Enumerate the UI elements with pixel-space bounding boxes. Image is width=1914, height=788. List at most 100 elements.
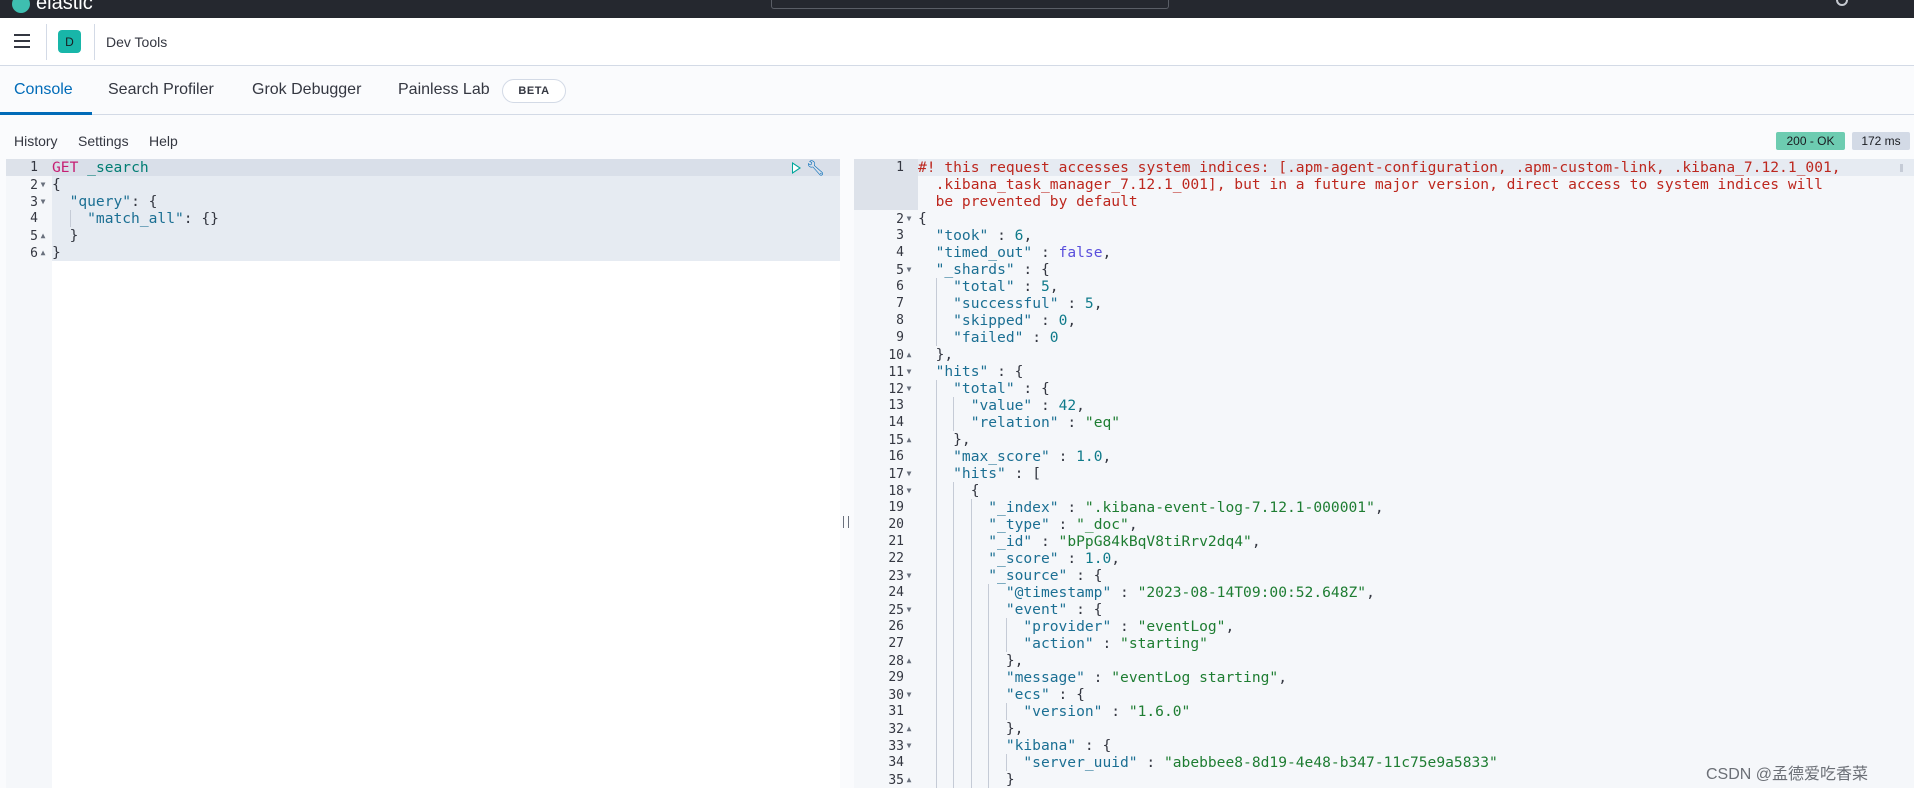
fold-close-icon[interactable]: ▲ <box>904 652 914 669</box>
fold-open-icon[interactable]: ▼ <box>38 176 48 193</box>
fold-open-icon[interactable]: ▼ <box>904 261 914 278</box>
fold-open-icon[interactable]: ▼ <box>904 601 914 618</box>
line-number-text: 21 <box>888 534 904 549</box>
code-token: , <box>1102 448 1112 465</box>
code-line: 9 "failed" : 0 <box>896 329 1914 346</box>
indent-guide <box>988 618 1006 635</box>
indent-guide <box>953 499 971 516</box>
code-token: "bPpG84kBqV8tiRrv2dq4" <box>1058 533 1252 550</box>
fold-open-icon[interactable]: ▼ <box>904 465 914 482</box>
help-link[interactable]: Help <box>149 133 178 149</box>
indent-guide <box>918 431 936 448</box>
code-line: 20 "_type" : "_doc", <box>888 516 1914 533</box>
indent-guide <box>918 635 936 652</box>
code-line: 5 ▼ "_shards" : { <box>896 261 1914 278</box>
indent-guide <box>988 754 1006 771</box>
tab-search-profiler[interactable]: Search Profiler <box>108 81 214 99</box>
indent-guide <box>988 601 1006 618</box>
fold-open-icon[interactable]: ▼ <box>904 210 914 227</box>
help-icon[interactable] <box>1836 0 1848 6</box>
code-token: "match_all" <box>87 210 184 227</box>
fold-open-icon[interactable]: ▼ <box>904 737 914 754</box>
indent-guide <box>988 584 1006 601</box>
code-line: 28 ▲}, <box>888 652 1914 669</box>
code-token: 5 <box>1084 295 1094 312</box>
indent-guide <box>988 686 1006 703</box>
indent-guide <box>918 397 936 414</box>
indent-guide <box>918 669 936 686</box>
fold-close-icon[interactable]: ▲ <box>904 720 914 737</box>
fold-close-icon[interactable]: ▲ <box>904 346 914 363</box>
line-number: 23 ▼ <box>854 567 914 585</box>
menu-toggle-button[interactable] <box>14 34 30 48</box>
indent-guide <box>935 380 954 397</box>
request-code[interactable]: 1 GET _search 2 ▼{3 ▼ "query": {4 "match_all":… <box>30 159 840 788</box>
code-token: { <box>52 176 61 193</box>
line-number: 10 ▲ <box>854 346 914 364</box>
code-line: 23 ▼ "_source" : { <box>888 567 1914 584</box>
line-number: 16 <box>854 448 914 465</box>
pane-resizer[interactable] <box>840 159 854 788</box>
code-token: : { <box>1076 737 1112 754</box>
line-number: 7 <box>854 295 914 312</box>
elastic-logo[interactable]: elastic <box>12 0 93 15</box>
code-token: "_type" <box>988 516 1050 533</box>
line-number-text: 11 <box>888 365 904 380</box>
line-number: 2 ▼ <box>6 176 48 194</box>
indent-guide <box>918 482 936 499</box>
scrollbar[interactable] <box>1900 164 1903 172</box>
indent-guide <box>918 737 936 754</box>
code-token: "_index" <box>988 499 1059 516</box>
global-search-input[interactable] <box>771 0 1169 9</box>
indent-guide <box>935 601 954 618</box>
line-number-text: 33 <box>888 739 904 754</box>
tab-painless-lab[interactable]: Painless Lab <box>398 81 490 99</box>
code-token: : <box>1137 754 1164 771</box>
fold-close-icon[interactable]: ▲ <box>904 771 914 788</box>
response-editor[interactable]: 1 #! this request accesses system indices… <box>854 159 1914 788</box>
indent-guide <box>953 397 971 414</box>
code-token: "_source" <box>988 567 1068 584</box>
code-token: "query" <box>69 193 132 210</box>
line-number: 28 ▲ <box>854 652 914 670</box>
settings-link[interactable]: Settings <box>78 133 129 149</box>
fold-open-icon[interactable]: ▼ <box>904 380 914 397</box>
line-number-text: 35 <box>888 773 904 788</box>
indent-guide <box>970 754 989 771</box>
fold-close-icon[interactable]: ▲ <box>904 431 914 448</box>
tab-console[interactable]: Console <box>14 81 73 99</box>
fold-close-icon[interactable]: ▲ <box>38 244 48 261</box>
indent-guide <box>935 635 954 652</box>
line-number: 32 ▲ <box>854 720 914 738</box>
fold-close-icon[interactable]: ▲ <box>38 227 48 244</box>
fold-open-icon[interactable]: ▼ <box>904 567 914 584</box>
space-avatar[interactable]: D <box>58 30 81 53</box>
code-line: 13 "value" : 42, <box>888 397 1914 414</box>
history-link[interactable]: History <box>14 133 58 149</box>
fold-open-icon[interactable]: ▼ <box>904 686 914 703</box>
indent-guide <box>970 737 989 754</box>
indent-guide <box>970 499 989 516</box>
fold-open-icon[interactable]: ▼ <box>38 193 48 210</box>
indent-guide <box>988 703 1006 720</box>
line-number: 8 <box>854 312 914 329</box>
code-line: 1 #! this request accesses system indices… <box>896 159 1914 210</box>
wrench-icon[interactable]: 🔧︎ <box>806 159 825 177</box>
fold-open-icon[interactable]: ▼ <box>904 482 914 499</box>
line-number: 5 ▲ <box>6 227 48 245</box>
code-line: 32 ▲}, <box>888 720 1914 737</box>
line-number-text: 9 <box>896 330 904 345</box>
tab-grok-debugger[interactable]: Grok Debugger <box>252 81 361 99</box>
send-request-icon[interactable] <box>792 162 801 174</box>
line-number-text: 5 <box>30 229 38 244</box>
code-token: : <box>988 227 1015 244</box>
code-token: }, <box>1005 652 1024 669</box>
request-editor[interactable]: 1 GET _search 2 ▼{3 ▼ "query": {4 "match_all":… <box>6 159 840 788</box>
response-code[interactable]: 1 #! this request accesses system indices… <box>888 159 1914 788</box>
code-token: , <box>1102 244 1112 261</box>
code-line: 19 "_index" : ".kibana-event-log-7.12.1-0… <box>888 499 1914 516</box>
line-number-text: 14 <box>888 415 904 430</box>
line-number: 13 <box>854 397 914 414</box>
fold-open-icon[interactable]: ▼ <box>904 363 914 380</box>
indent-guide <box>918 312 936 329</box>
